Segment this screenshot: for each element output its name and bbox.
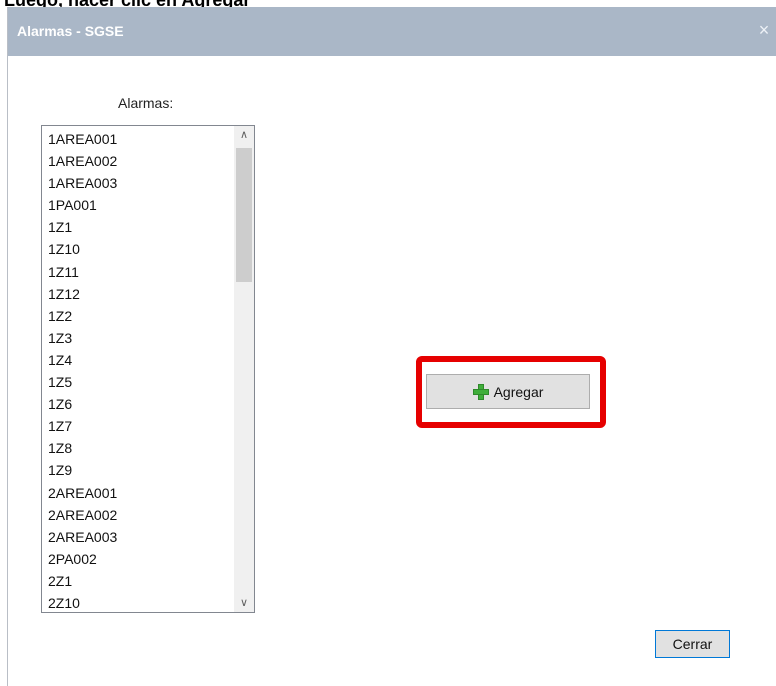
close-button[interactable]: Cerrar	[655, 630, 730, 658]
list-item[interactable]: 1Z12	[44, 283, 230, 305]
list-item[interactable]: 2PA002	[44, 548, 230, 570]
scroll-thumb[interactable]	[236, 148, 252, 282]
list-item[interactable]: 1Z1	[44, 216, 230, 238]
list-item[interactable]: 1Z4	[44, 349, 230, 371]
list-item[interactable]: 1Z9	[44, 459, 230, 481]
list-item[interactable]: 1Z8	[44, 437, 230, 459]
list-item[interactable]: 2AREA003	[44, 526, 230, 548]
list-item[interactable]: 2AREA002	[44, 504, 230, 526]
alarms-label: Alarmas:	[118, 95, 174, 111]
list-item[interactable]: 2Z1	[44, 570, 230, 592]
list-item[interactable]: 1Z7	[44, 415, 230, 437]
list-item[interactable]: 2AREA001	[44, 482, 230, 504]
list-item[interactable]: 1AREA001	[44, 128, 230, 150]
list-item[interactable]: 1Z5	[44, 371, 230, 393]
dialog-title: Alarmas - SGSE	[17, 23, 124, 39]
close-icon[interactable]: ×	[753, 18, 775, 42]
alarms-listbox[interactable]: 1AREA001 1AREA002 1AREA003 1PA001 1Z1 1Z10 1Z1…	[41, 125, 255, 613]
list-item[interactable]: 1Z3	[44, 327, 230, 349]
list-item[interactable]: 1Z11	[44, 261, 230, 283]
alarms-scrollbar[interactable]: ∧ ∨	[234, 126, 254, 612]
add-button-label: Agregar	[493, 383, 544, 400]
list-item[interactable]: 1Z10	[44, 238, 230, 260]
alarmas-dialog: Alarmas - SGSE × Alarmas: 1AREA001 1AREA0…	[7, 7, 776, 686]
list-item[interactable]: 2Z10	[44, 592, 230, 612]
list-item[interactable]: 1AREA002	[44, 150, 230, 172]
list-item[interactable]: 1AREA003	[44, 172, 230, 194]
add-button[interactable]: Agregar	[426, 374, 590, 409]
alarms-list-items: 1AREA001 1AREA002 1AREA003 1PA001 1Z1 1Z10 1Z1…	[44, 128, 230, 612]
scroll-down-icon[interactable]: ∨	[234, 594, 254, 612]
scroll-up-icon[interactable]: ∧	[234, 126, 254, 144]
plus-icon	[472, 383, 489, 400]
list-item[interactable]: 1PA001	[44, 194, 230, 216]
dialog-titlebar: Alarmas - SGSE ×	[8, 7, 776, 56]
list-item[interactable]: 1Z6	[44, 393, 230, 415]
list-item[interactable]: 1Z2	[44, 305, 230, 327]
